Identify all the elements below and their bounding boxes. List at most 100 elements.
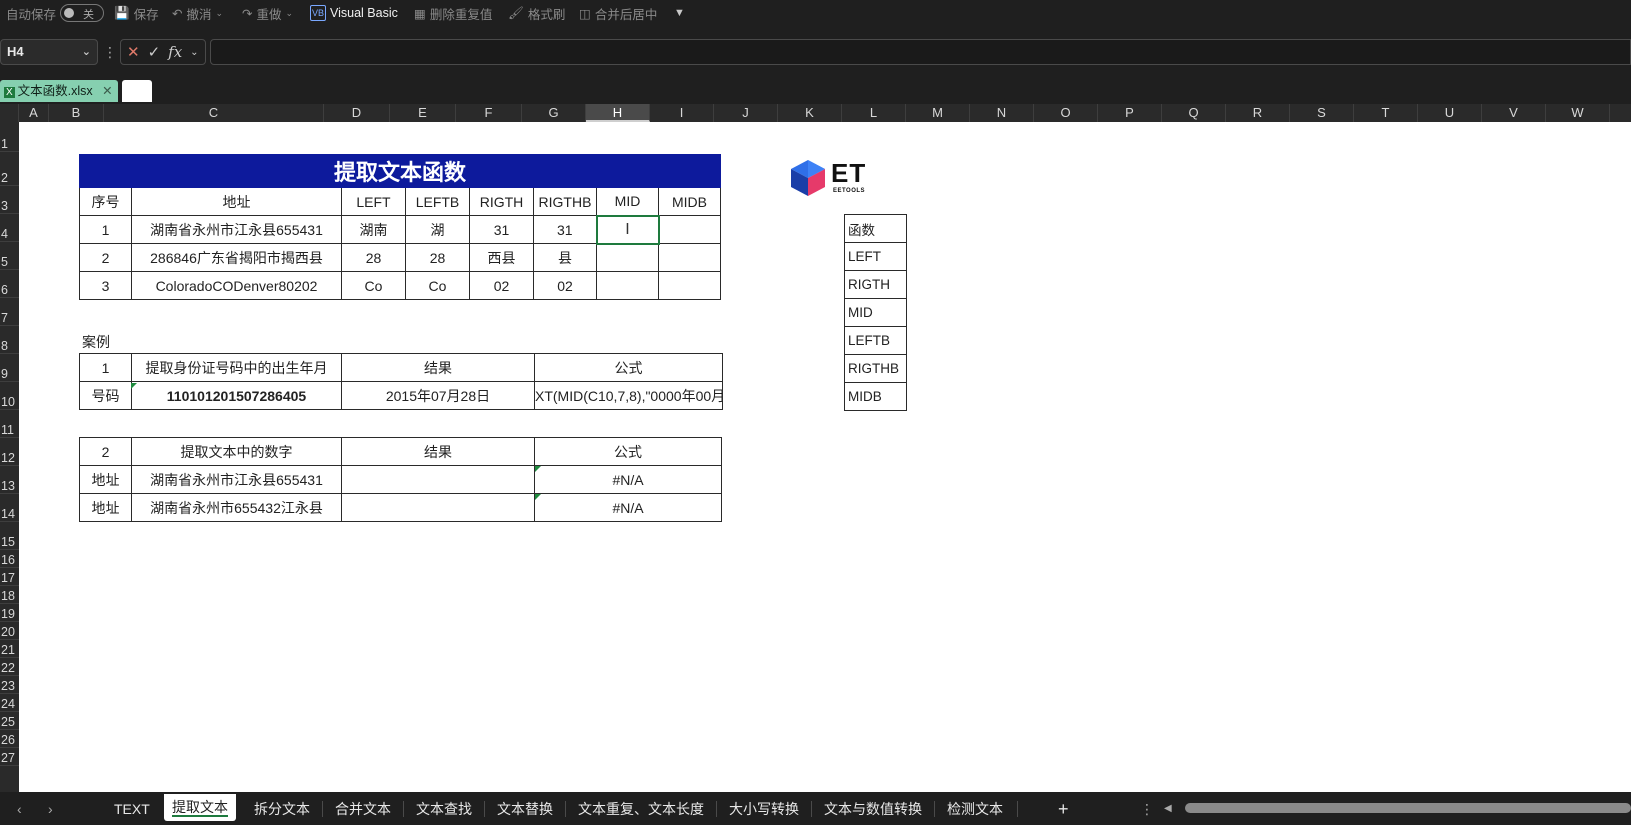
row-header-17[interactable]: 17 bbox=[0, 568, 19, 586]
formula-text-cell[interactable]: XT(MID(C10,7,8),"0000年00月0 bbox=[534, 381, 723, 410]
column-header-k[interactable]: K bbox=[778, 104, 842, 122]
cell[interactable]: 31 bbox=[533, 215, 597, 244]
row-header-3[interactable]: 3 bbox=[0, 186, 19, 214]
column-header-r[interactable]: R bbox=[1226, 104, 1290, 122]
autosave-control[interactable]: 自动保存 关 bbox=[6, 4, 105, 22]
chevron-down-icon[interactable]: ⌄ bbox=[286, 8, 294, 19]
row-header-4[interactable]: 4 bbox=[0, 214, 19, 242]
cancel-icon[interactable]: ✕ bbox=[127, 43, 140, 61]
sheet-tab-extract-text[interactable]: 提取文本 bbox=[164, 794, 236, 821]
cell[interactable]: ColoradoCODenver80202 bbox=[131, 271, 342, 300]
cell[interactable]: 31 bbox=[469, 215, 534, 244]
cell[interactable]: 湖南省永州市江永县655431 bbox=[131, 215, 342, 244]
row-header-21[interactable]: 21 bbox=[0, 640, 19, 658]
row-header-13[interactable]: 13 bbox=[0, 466, 19, 494]
sheet-tab-text[interactable]: TEXT bbox=[114, 799, 150, 819]
chevron-down-icon[interactable]: ⌄ bbox=[216, 8, 224, 19]
undo-button[interactable]: ↶ 撤消 ⌄ bbox=[172, 4, 223, 22]
cell[interactable]: Co bbox=[341, 271, 406, 300]
format-painter-button[interactable]: 🖌 格式刷 bbox=[508, 4, 565, 22]
cell[interactable]: 湖南 bbox=[341, 215, 406, 244]
sheet-tab-replace-text[interactable]: 文本替换 bbox=[497, 799, 553, 819]
row-header-9[interactable]: 9 bbox=[0, 354, 19, 382]
header-cell[interactable]: 结果 bbox=[341, 353, 535, 382]
workbook-tab[interactable]: X 文本函数.xlsx ✕ bbox=[0, 80, 118, 102]
row-header-6[interactable]: 6 bbox=[0, 270, 19, 298]
column-header-d[interactable]: D bbox=[324, 104, 390, 122]
list-item[interactable]: RIGTH bbox=[844, 270, 907, 299]
sheet-tab-find-text[interactable]: 文本查找 bbox=[416, 799, 472, 819]
customize-toolbar-button[interactable]: ▼ bbox=[674, 4, 685, 22]
next-sheet-icon[interactable]: › bbox=[48, 799, 53, 819]
header-cell[interactable]: 公式 bbox=[534, 437, 722, 466]
list-item[interactable]: MID bbox=[844, 298, 907, 327]
header-cell[interactable]: MIDB bbox=[658, 187, 721, 216]
header-cell[interactable]: 2 bbox=[79, 437, 132, 466]
column-header-p[interactable]: P bbox=[1098, 104, 1162, 122]
header-cell[interactable]: RIGTHB bbox=[533, 187, 597, 216]
row-header-26[interactable]: 26 bbox=[0, 730, 19, 748]
cell[interactable]: #N/A bbox=[534, 465, 722, 494]
column-header-o[interactable]: O bbox=[1034, 104, 1098, 122]
list-item[interactable]: LEFTB bbox=[844, 326, 907, 355]
cell[interactable]: 3 bbox=[79, 271, 132, 300]
row-header-7[interactable]: 7 bbox=[0, 298, 19, 326]
cell[interactable]: 湖南省永州市655432江永县 bbox=[131, 493, 342, 522]
row-header-2[interactable]: 2 bbox=[0, 152, 19, 186]
scroll-left-icon[interactable]: ◀ bbox=[1164, 799, 1172, 819]
sheet-tab-detect-text[interactable]: 检测文本 bbox=[947, 799, 1003, 819]
sheet-tab-repeat-length[interactable]: 文本重复、文本长度 bbox=[578, 799, 704, 819]
column-header-n[interactable]: N bbox=[970, 104, 1034, 122]
column-header-a[interactable]: A bbox=[19, 104, 49, 122]
visual-basic-button[interactable]: VB Visual Basic bbox=[310, 4, 398, 22]
cell[interactable] bbox=[341, 493, 535, 522]
row-header-5[interactable]: 5 bbox=[0, 242, 19, 270]
column-header-s[interactable]: S bbox=[1290, 104, 1354, 122]
row-header-20[interactable]: 20 bbox=[0, 622, 19, 640]
autosave-toggle[interactable]: 关 bbox=[60, 4, 105, 22]
row-header-25[interactable]: 25 bbox=[0, 712, 19, 730]
cell[interactable]: 2015年07月28日 bbox=[341, 381, 535, 410]
new-workbook-tab[interactable] bbox=[122, 80, 152, 102]
horizontal-scrollbar[interactable] bbox=[1185, 803, 1631, 813]
cell[interactable]: #N/A bbox=[534, 493, 722, 522]
merge-center-button[interactable]: ◫ 合并后居中 bbox=[579, 4, 657, 22]
column-header-m[interactable]: M bbox=[906, 104, 970, 122]
more-options-icon[interactable]: ⋮ bbox=[103, 44, 117, 61]
cell[interactable]: 28 bbox=[405, 243, 470, 272]
sheet-tab-split-text[interactable]: 拆分文本 bbox=[254, 799, 310, 819]
column-header-u[interactable]: U bbox=[1418, 104, 1482, 122]
close-icon[interactable]: ✕ bbox=[102, 84, 112, 98]
cell[interactable]: 286846广东省揭阳市揭西县 bbox=[131, 243, 342, 272]
column-header-q[interactable]: Q bbox=[1162, 104, 1226, 122]
column-header-l[interactable]: L bbox=[842, 104, 906, 122]
cell[interactable] bbox=[658, 243, 721, 272]
cell[interactable]: 28 bbox=[341, 243, 406, 272]
row-header-1[interactable]: 1 bbox=[0, 122, 19, 152]
worksheet-grid[interactable]: 提取文本函数 序号 地址 LEFT LEFTB RIGTH RIGTHB MID… bbox=[19, 122, 1631, 792]
header-cell[interactable]: RIGTH bbox=[469, 187, 534, 216]
row-header-19[interactable]: 19 bbox=[0, 604, 19, 622]
id-number-cell[interactable]: 110101201507286405 bbox=[131, 381, 342, 410]
save-button[interactable]: 💾 保存 bbox=[114, 4, 159, 22]
cell[interactable] bbox=[596, 243, 659, 272]
cell[interactable]: 湖 bbox=[405, 215, 470, 244]
column-header-f[interactable]: F bbox=[456, 104, 522, 122]
header-cell[interactable]: 地址 bbox=[131, 187, 342, 216]
sheet-tab-case-convert[interactable]: 大小写转换 bbox=[729, 799, 799, 819]
row-header-10[interactable]: 10 bbox=[0, 382, 19, 410]
cell[interactable]: 号码 bbox=[79, 381, 132, 410]
row-header-12[interactable]: 12 bbox=[0, 438, 19, 466]
row-header-14[interactable]: 14 bbox=[0, 494, 19, 522]
header-cell[interactable]: 提取文本中的数字 bbox=[131, 437, 342, 466]
header-cell[interactable]: 公式 bbox=[534, 353, 723, 382]
column-header-c[interactable]: C bbox=[104, 104, 324, 122]
name-box[interactable]: H4 ⌄ bbox=[0, 39, 98, 65]
list-item[interactable]: MIDB bbox=[844, 382, 907, 411]
insert-function-button[interactable]: fx bbox=[168, 43, 182, 61]
active-cell-h4[interactable]: I bbox=[595, 214, 660, 245]
row-header-18[interactable]: 18 bbox=[0, 586, 19, 604]
row-header-22[interactable]: 22 bbox=[0, 658, 19, 676]
row-header-11[interactable]: 11 bbox=[0, 410, 19, 438]
row-header-23[interactable]: 23 bbox=[0, 676, 19, 694]
